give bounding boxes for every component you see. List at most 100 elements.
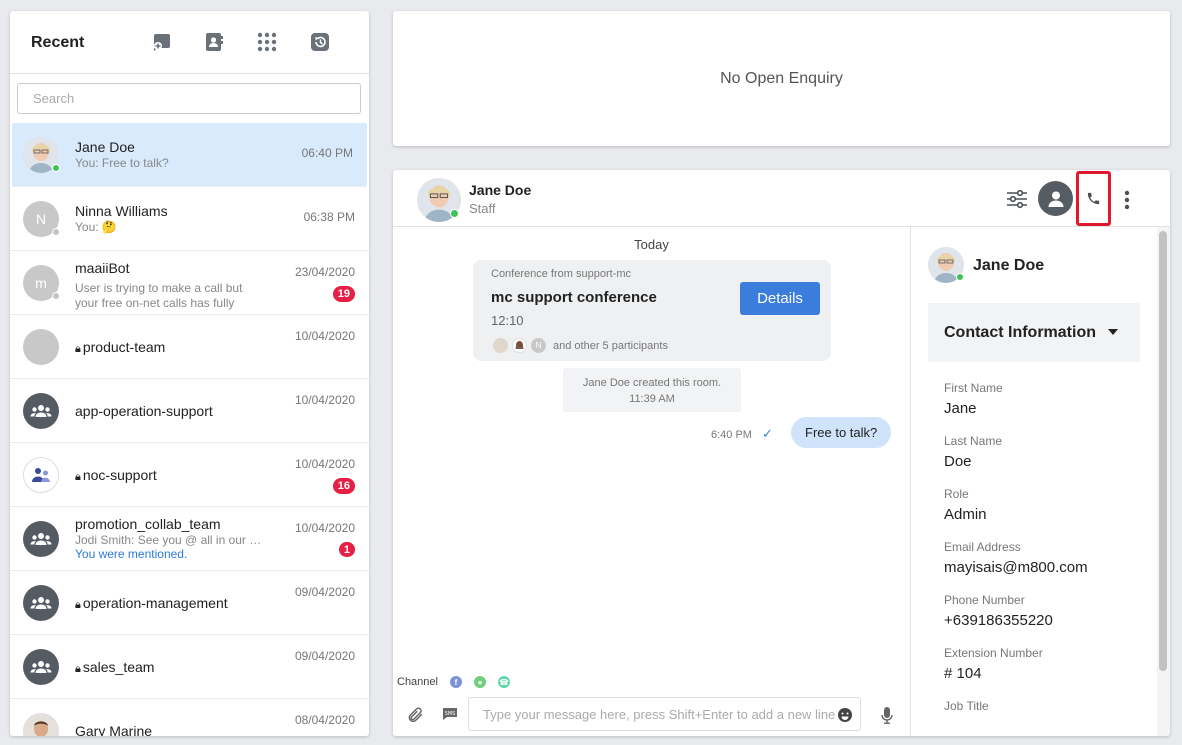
- more-options-icon[interactable]: [1120, 189, 1134, 211]
- field-email: Email Address mayisais@m800.com: [944, 540, 1088, 576]
- profile-button[interactable]: [1038, 181, 1073, 216]
- participant-initial: N: [535, 341, 542, 350]
- item-preview: Jodi Smith: See you @ all in our me...: [75, 533, 267, 547]
- details-button[interactable]: Details: [740, 282, 820, 315]
- list-item-ninna-williams[interactable]: N Ninna Williams You: 🤔 06:38 PM: [10, 187, 369, 251]
- list-item-operation-management[interactable]: 🔒︎ operation-management 09/04/2020: [10, 571, 369, 635]
- system-message-time: 11:39 AM: [629, 393, 675, 405]
- channel-label: Channel: [397, 676, 438, 688]
- recent-list: Jane Doe You: Free to talk? 06:40 PM N N…: [10, 123, 369, 736]
- item-name-row: 🔒︎ sales_team: [75, 659, 154, 676]
- list-item-jane-doe[interactable]: Jane Doe You: Free to talk? 06:40 PM: [12, 123, 367, 187]
- item-time: 10/04/2020: [294, 521, 355, 535]
- microphone-icon[interactable]: [878, 705, 896, 725]
- item-name: sales_team: [82, 659, 155, 675]
- history-icon[interactable]: [309, 31, 331, 53]
- item-time: 06:40 PM: [301, 146, 353, 160]
- list-item-noc-support[interactable]: 🔒︎ noc-support 10/04/2020 16: [10, 443, 369, 507]
- recent-panel: Recent Jane Doe You: Free to talk? 06:40…: [10, 11, 369, 736]
- item-name: Jane Doe: [75, 139, 135, 155]
- group-icon: [30, 405, 52, 417]
- unread-badge: 16: [332, 478, 355, 494]
- item-time: 09/04/2020: [294, 649, 355, 663]
- item-name: Ninna Williams: [75, 203, 168, 219]
- call-button[interactable]: [1076, 171, 1111, 226]
- list-item-maaiibot[interactable]: m maaiiBot User is trying to make a call…: [10, 251, 369, 315]
- field-label: Email Address: [944, 540, 1021, 554]
- avatar: m: [23, 265, 60, 301]
- field-job-title: Job Title: [944, 699, 989, 718]
- scrollbar-thumb[interactable]: [1159, 231, 1167, 671]
- list-item-product-team[interactable]: 🔒︎ product-team 10/04/2020: [10, 315, 369, 379]
- contact-info-toggle[interactable]: Contact Information: [928, 303, 1140, 362]
- contact-info-title: Contact Information: [944, 324, 1096, 341]
- online-status-dot: [450, 209, 459, 218]
- conference-title: mc support conference: [491, 289, 657, 306]
- facebook-icon[interactable]: f: [449, 676, 462, 688]
- composer: SMS Type your message here, press Shift+…: [393, 697, 910, 736]
- avatar: [23, 585, 59, 621]
- channel-row: Channel f ● ☎︎: [397, 676, 510, 688]
- item-name: promotion_collab_team: [75, 516, 221, 532]
- list-item-sales-team[interactable]: 🔒︎ sales_team 09/04/2020: [10, 635, 369, 699]
- message-input-placeholder: Type your message here, press Shift+Ente…: [483, 707, 836, 722]
- search-input[interactable]: [17, 83, 361, 114]
- list-item-gary-marine[interactable]: Gary Marine 08/04/2020: [10, 699, 369, 736]
- group-icon: [30, 661, 52, 673]
- item-preview: You: Free to talk?: [75, 156, 169, 170]
- chat-panel: Jane Doe Staff Today Conference from sup…: [393, 170, 1170, 736]
- item-time: 08/04/2020: [294, 713, 355, 727]
- apps-grid-icon[interactable]: [256, 31, 278, 53]
- recent-title: Recent: [31, 34, 85, 51]
- chat-contact-name: Jane Doe: [469, 182, 532, 198]
- participants-row: N and other 5 participants: [493, 338, 668, 353]
- field-label: First Name: [944, 381, 1003, 395]
- lock-icon: 🔒︎: [75, 471, 81, 483]
- field-value[interactable]: mayisais@m800.com: [944, 559, 1088, 576]
- day-separator: Today: [634, 237, 669, 252]
- unread-badge: 1: [338, 542, 355, 557]
- item-name: noc-support: [82, 467, 157, 483]
- avatar: [23, 521, 59, 557]
- field-value[interactable]: +639186355220: [944, 612, 1053, 629]
- item-name: maaiiBot: [75, 260, 130, 276]
- avatar: [23, 713, 59, 736]
- item-time: 06:38 PM: [303, 210, 355, 224]
- item-name: operation-management: [82, 595, 228, 611]
- team-icon: [32, 468, 50, 482]
- no-enquiry-text: No Open Enquiry: [720, 69, 843, 87]
- chat-bubble-icon[interactable]: ●: [473, 676, 486, 688]
- participant-avatar: N: [531, 338, 546, 353]
- field-label: Last Name: [944, 434, 1003, 448]
- field-role: Role Admin: [944, 487, 987, 523]
- field-value: Doe: [944, 453, 972, 470]
- item-name: app-operation-support: [75, 403, 213, 419]
- avatar: [23, 329, 59, 365]
- field-value: Jane: [944, 400, 977, 417]
- message-input[interactable]: Type your message here, press Shift+Ente…: [468, 697, 861, 731]
- contacts-book-icon[interactable]: [203, 31, 225, 53]
- whatsapp-icon[interactable]: ☎︎: [497, 676, 510, 688]
- chat-contact-role: Staff: [469, 201, 496, 216]
- field-label: Extension Number: [944, 646, 1043, 660]
- emoji-icon[interactable]: [835, 705, 855, 725]
- avatar: [23, 393, 59, 429]
- item-time: 09/04/2020: [294, 585, 355, 599]
- filter-sliders-icon[interactable]: [1006, 188, 1028, 210]
- item-name: Gary Marine: [75, 723, 153, 736]
- read-check-icon: ✓: [762, 426, 773, 441]
- new-chat-icon[interactable]: [151, 31, 173, 53]
- avatar: [23, 649, 59, 685]
- outgoing-message: Free to talk?: [791, 417, 892, 448]
- attachment-icon[interactable]: [405, 705, 425, 725]
- offline-status-dot: [52, 292, 60, 300]
- list-item-app-operation-support[interactable]: app-operation-support 10/04/2020: [10, 379, 369, 443]
- item-time: 10/04/2020: [294, 329, 355, 343]
- item-name: product-team: [82, 339, 166, 355]
- sms-icon[interactable]: SMS: [441, 705, 459, 723]
- list-item-promotion-collab-team[interactable]: promotion_collab_team Jodi Smith: See yo…: [10, 507, 369, 571]
- field-label: Job Title: [944, 699, 989, 713]
- caret-down-icon: [1108, 329, 1118, 335]
- item-time: 23/04/2020: [294, 265, 355, 279]
- scrollbar[interactable]: [1157, 227, 1170, 736]
